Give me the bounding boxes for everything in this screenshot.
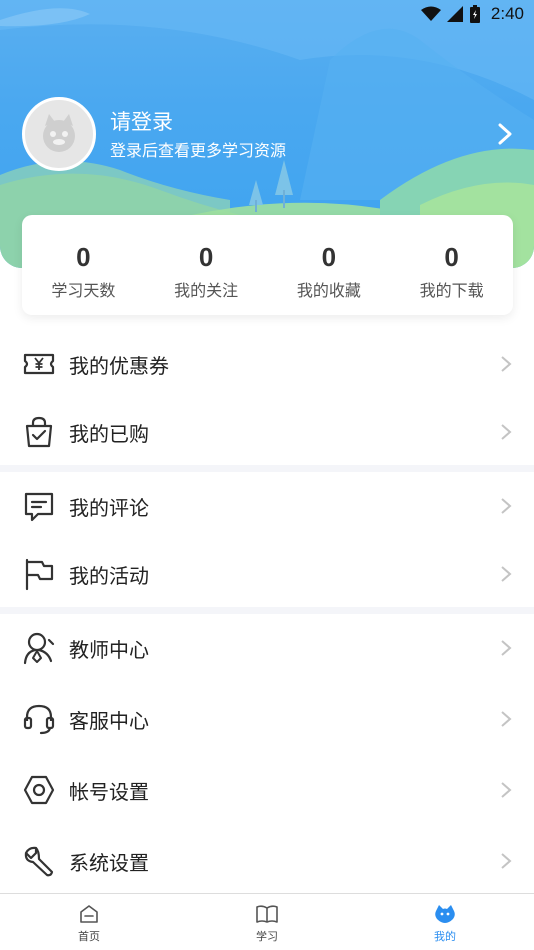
menu-label: 帐号设置	[69, 779, 149, 804]
signal-icon	[446, 6, 463, 22]
login-title[interactable]: 请登录	[110, 106, 173, 136]
login-subtitle: 登录后查看更多学习资源	[110, 141, 287, 160]
stat-label: 学习天数	[51, 281, 116, 300]
status-time: 2:40	[490, 4, 524, 23]
stat-favorites[interactable]: 0 我的收藏	[268, 215, 391, 315]
chevron-right-icon	[501, 640, 512, 656]
stat-value: 0	[76, 242, 91, 272]
stat-value: 0	[321, 242, 337, 272]
shopping-bag-icon	[25, 416, 53, 448]
menu-item-coupons[interactable]: 我的优惠券	[0, 330, 534, 398]
chevron-right-icon[interactable]	[496, 122, 514, 146]
tab-home[interactable]: 首页	[0, 894, 178, 950]
stat-value: 0	[444, 242, 459, 272]
menu-item-system-settings[interactable]: 系统设置	[0, 827, 534, 895]
stat-value: 0	[198, 242, 214, 272]
home-icon	[80, 905, 98, 923]
menu-item-activities[interactable]: 我的活动	[0, 540, 534, 608]
chevron-right-icon	[501, 711, 512, 727]
mascot-avatar-icon	[43, 114, 75, 152]
menu-label: 客服中心	[69, 708, 149, 733]
tab-label: 首页	[78, 930, 100, 943]
profile-icon	[435, 905, 455, 923]
avatar[interactable]	[22, 97, 96, 171]
menu-item-teacher-center[interactable]: 教师中心	[0, 614, 534, 682]
menu-label: 我的评论	[69, 495, 149, 520]
bottom-tab-bar: 首页 学习 我的	[0, 893, 534, 950]
tab-study[interactable]: 学习	[178, 894, 356, 950]
stats-card: 0 学习天数 0 我的关注 0 我的收藏 0 我的下载	[22, 215, 513, 315]
menu-label: 我的优惠券	[69, 353, 169, 378]
stat-following[interactable]: 0 我的关注	[145, 215, 268, 315]
section-divider	[0, 607, 534, 614]
menu-item-comments[interactable]: 我的评论	[0, 472, 534, 540]
menu-item-account-settings[interactable]: 帐号设置	[0, 756, 534, 824]
flag-icon	[25, 558, 54, 591]
comment-icon	[24, 492, 54, 522]
chevron-right-icon	[501, 356, 512, 372]
book-icon	[256, 905, 278, 923]
chevron-right-icon	[501, 853, 512, 869]
menu-label: 教师中心	[69, 637, 149, 662]
menu-item-customer-service[interactable]: 客服中心	[0, 685, 534, 753]
wifi-icon	[420, 6, 441, 21]
wrench-icon	[24, 846, 54, 877]
menu-label: 我的活动	[69, 563, 149, 588]
stat-label: 我的关注	[174, 281, 239, 300]
tab-label: 学习	[256, 930, 278, 943]
stat-label: 我的收藏	[296, 281, 361, 300]
stat-label: 我的下载	[419, 281, 484, 300]
menu-label: 系统设置	[69, 850, 149, 875]
chevron-right-icon	[501, 566, 512, 582]
stat-downloads[interactable]: 0 我的下载	[390, 215, 513, 315]
section-divider	[0, 465, 534, 472]
battery-icon	[469, 5, 480, 23]
teacher-icon	[23, 632, 55, 665]
menu-label: 我的已购	[69, 421, 149, 446]
status-bar: 2:40	[0, 0, 534, 28]
hexagon-settings-icon	[23, 775, 55, 805]
chevron-right-icon	[501, 498, 512, 514]
chevron-right-icon	[501, 424, 512, 440]
chevron-right-icon	[501, 782, 512, 798]
stat-study-days[interactable]: 0 学习天数	[22, 215, 145, 315]
tab-me[interactable]: 我的	[356, 894, 534, 950]
tab-label: 我的	[434, 930, 456, 943]
headset-icon	[23, 704, 55, 735]
coupon-icon	[23, 353, 55, 375]
menu-item-purchased[interactable]: 我的已购	[0, 398, 534, 466]
